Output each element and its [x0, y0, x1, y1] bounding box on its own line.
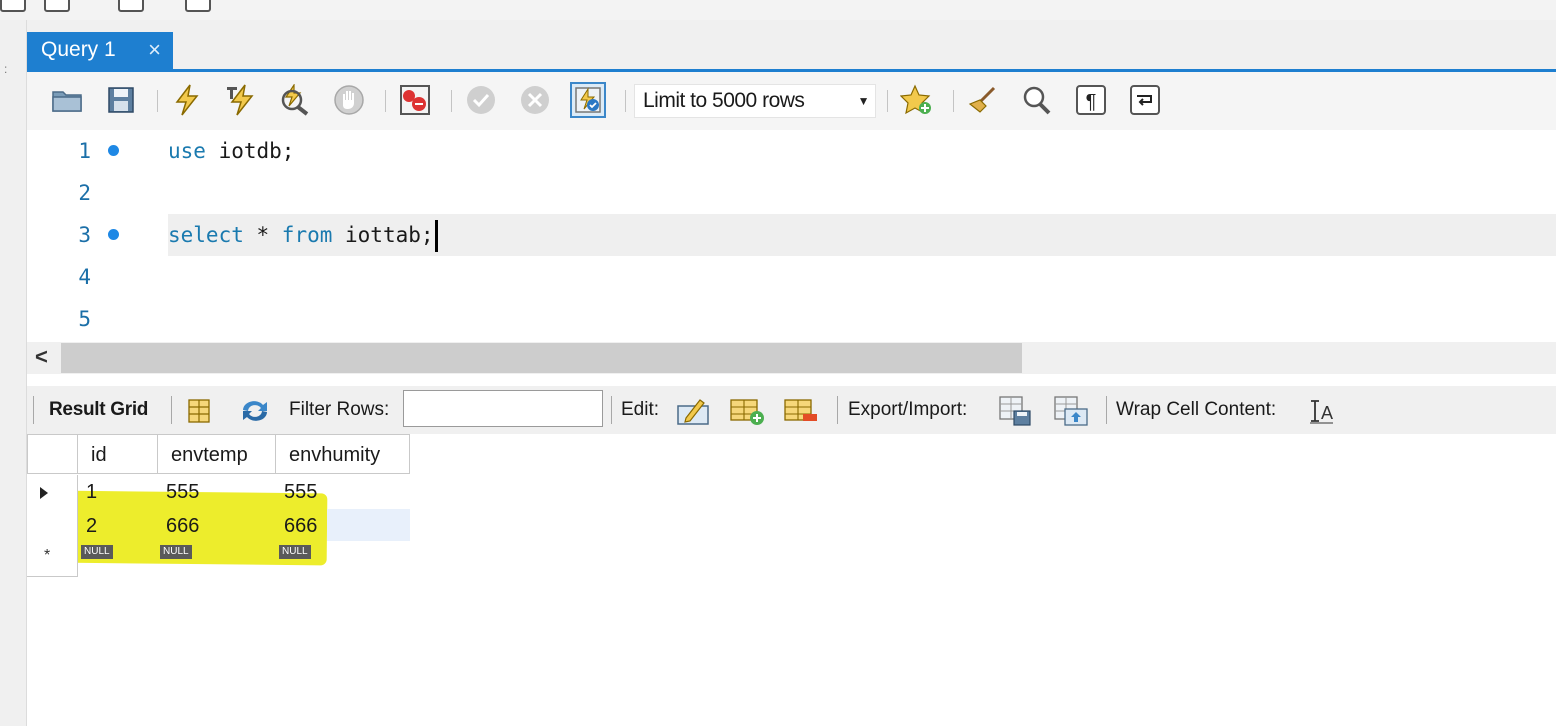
statement-marker-icon [108, 145, 119, 156]
result-grid-button[interactable]: Result Grid [49, 399, 148, 421]
execute-icon[interactable] [169, 82, 205, 118]
column-header-id[interactable]: id [78, 434, 158, 474]
toggle-error-icon[interactable] [397, 82, 433, 118]
wrap-lines-icon[interactable] [1127, 82, 1163, 118]
export-icon[interactable] [997, 395, 1033, 427]
edit-label: Edit: [621, 399, 660, 420]
table-cell[interactable]: 555 [158, 475, 276, 509]
row-header[interactable] [27, 475, 78, 509]
table-cell[interactable]: 666 [276, 509, 410, 543]
toolbar-icon-partial[interactable] [44, 0, 70, 12]
line-number: 3 [78, 223, 91, 247]
add-snippet-icon[interactable] [899, 82, 935, 118]
sql-editor-toolbar: Limit to 5000 rows ▼ ¶ [27, 72, 1556, 130]
keyword: from [281, 223, 333, 247]
editor-line: 1 use iotdb; [27, 130, 1556, 172]
null-badge[interactable]: NULL [160, 545, 192, 559]
wrap-cell-content-label: Wrap Cell Content: [1116, 399, 1277, 420]
close-tab-icon[interactable]: × [148, 32, 161, 68]
stop-icon[interactable] [331, 82, 367, 118]
limit-rows-select[interactable]: Limit to 5000 rows ▼ [634, 84, 876, 118]
line-number: 5 [78, 307, 91, 331]
svg-text:¶: ¶ [1086, 91, 1097, 113]
code-text[interactable]: select * from iottab; [168, 214, 438, 256]
save-icon[interactable] [103, 82, 139, 118]
code-rest: * [243, 223, 282, 247]
limit-rows-value: Limit to 5000 rows [643, 89, 805, 112]
code-text[interactable]: use iotdb; [168, 130, 294, 172]
sql-editor[interactable]: 1 use iotdb; 2 3 select * from iottab; 4… [27, 130, 1556, 342]
null-badge[interactable]: NULL [279, 545, 311, 559]
table-cell[interactable]: 1 [78, 475, 158, 509]
svg-text:A: A [1321, 403, 1333, 423]
text-caret [434, 220, 438, 252]
filter-rows-input[interactable] [403, 390, 603, 427]
current-row-arrow-icon [40, 487, 48, 499]
edit-row-icon[interactable] [675, 395, 711, 427]
refresh-icon[interactable] [237, 395, 273, 427]
null-badge[interactable]: NULL [81, 545, 113, 559]
commit-icon[interactable] [463, 82, 499, 118]
grid-corner[interactable] [27, 434, 78, 474]
line-number: 4 [78, 265, 91, 289]
editor-line: 4 [27, 256, 1556, 298]
row-header[interactable] [27, 509, 78, 543]
code-rest: iotdb; [205, 139, 295, 163]
add-row-icon[interactable] [729, 395, 765, 427]
open-folder-icon[interactable] [49, 82, 85, 118]
editor-horizontal-scrollbar[interactable]: < [27, 342, 1556, 374]
keyword: use [168, 139, 206, 163]
scrollbar-thumb[interactable] [61, 343, 1022, 373]
editor-line-current: 3 select * from iottab; [27, 214, 1556, 256]
wrap-cell-content-icon[interactable]: A [1303, 395, 1339, 427]
left-panel-edge: : [0, 20, 27, 726]
code-rest: iottab; [332, 223, 434, 247]
editor-line: 2 [27, 172, 1556, 214]
toolbar-icon-partial[interactable] [118, 0, 144, 12]
new-row-header[interactable]: * [27, 543, 78, 577]
filter-rows-label: Filter Rows: [289, 399, 390, 420]
result-grid: id envtemp envhumity 1 555 555 2 666 666… [27, 434, 1556, 726]
toolbar-icon-partial[interactable] [185, 0, 211, 12]
toolbar-icon-partial[interactable] [0, 0, 26, 12]
column-header-envhumity[interactable]: envhumity [276, 434, 410, 474]
splitter-handle[interactable]: : [4, 62, 7, 76]
column-header-envtemp[interactable]: envtemp [158, 434, 276, 474]
rollback-icon[interactable] [517, 82, 553, 118]
result-grid-toolbar: Result Grid Filter Rows: Edit: Export/Im… [27, 386, 1556, 434]
tab-label: Query 1 [41, 38, 116, 61]
top-toolbar-partial [0, 0, 1556, 20]
statement-marker-icon [108, 229, 119, 240]
delete-row-icon[interactable] [783, 395, 819, 427]
import-icon[interactable] [1053, 395, 1089, 427]
tab-query-1[interactable]: Query 1 × [27, 32, 173, 70]
query-tab-strip: Query 1 × [27, 20, 1556, 72]
scroll-left-icon[interactable]: < [35, 344, 48, 370]
form-editor-icon[interactable] [181, 395, 217, 427]
export-import-label: Export/Import: [848, 399, 968, 420]
explain-icon[interactable] [277, 82, 313, 118]
invisible-chars-icon[interactable]: ¶ [1073, 82, 1109, 118]
keyword: select [168, 223, 244, 247]
editor-line: 5 [27, 298, 1556, 340]
table-cell[interactable]: 666 [158, 509, 276, 543]
table-cell[interactable]: 2 [78, 509, 158, 543]
find-icon[interactable] [1019, 82, 1055, 118]
chevron-down-icon: ▼ [857, 94, 870, 108]
table-cell[interactable]: 555 [276, 475, 410, 509]
new-row-marker-icon: * [44, 547, 51, 564]
line-number: 1 [78, 139, 91, 163]
beautify-icon[interactable] [965, 82, 1001, 118]
execute-current-icon[interactable] [223, 82, 259, 118]
line-number: 2 [78, 181, 91, 205]
autocommit-icon[interactable] [570, 82, 606, 118]
